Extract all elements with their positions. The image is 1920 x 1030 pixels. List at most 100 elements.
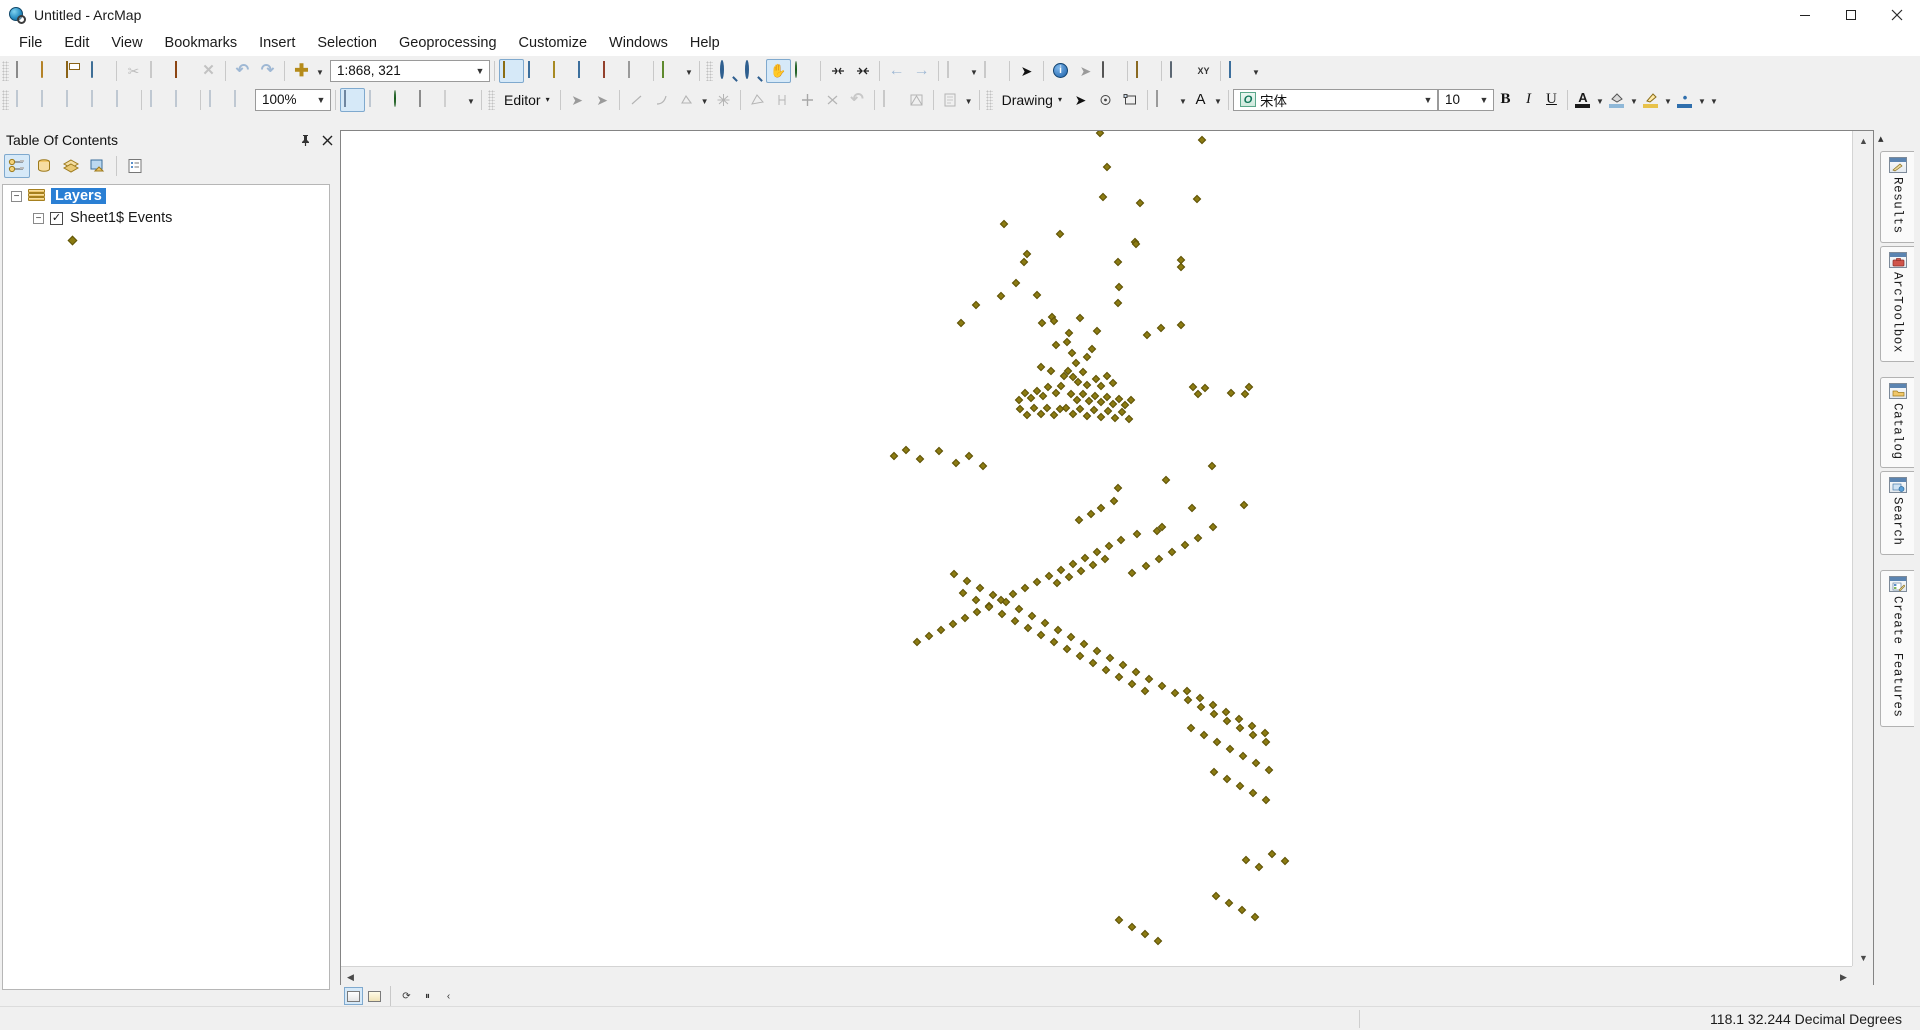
- curve-segment-button[interactable]: [649, 88, 674, 112]
- toc-tree[interactable]: − Layers − ✓ Sheet1$ Events: [2, 184, 330, 990]
- maximize-button[interactable]: [1828, 0, 1874, 30]
- menu-help[interactable]: Help: [679, 32, 731, 54]
- find-button[interactable]: [1166, 59, 1191, 83]
- select-features-dropdown-icon[interactable]: ▼: [968, 59, 980, 83]
- layer-visibility-checkbox[interactable]: ✓: [50, 211, 63, 225]
- draw-text-dropdown-icon[interactable]: ▼: [1212, 88, 1224, 112]
- chevron-down-icon[interactable]: ▼: [1419, 90, 1437, 110]
- minimize-button[interactable]: [1782, 0, 1828, 30]
- list-by-source-icon[interactable]: [31, 154, 57, 178]
- model-builder-button[interactable]: [658, 59, 683, 83]
- toc-options-icon[interactable]: [122, 154, 148, 178]
- zoom-in-button[interactable]: [716, 59, 741, 83]
- data-view-button[interactable]: [344, 987, 363, 1005]
- draw-shape-dropdown-icon[interactable]: ▼: [1177, 88, 1189, 112]
- redo-button[interactable]: ↷: [255, 59, 280, 83]
- list-by-drawing-order-icon[interactable]: [4, 154, 30, 178]
- dock-collapse-icon[interactable]: ▴: [1874, 132, 1884, 145]
- font-color-button[interactable]: A: [1572, 89, 1594, 111]
- edit-vertices-dropdown-icon[interactable]: ▼: [699, 88, 711, 112]
- toc-layer-sheet1-events[interactable]: − ✓ Sheet1$ Events: [3, 207, 329, 229]
- tools-overflow-icon[interactable]: ▼: [1250, 59, 1262, 83]
- scroll-up-icon[interactable]: ▲: [1854, 131, 1873, 150]
- fixed-zoom-in-button[interactable]: [825, 59, 850, 83]
- layout-toolbar-grip[interactable]: [2, 89, 9, 110]
- font-color-dropdown-icon[interactable]: ▼: [1594, 88, 1606, 112]
- menu-windows[interactable]: Windows: [598, 32, 679, 54]
- fill-color-dropdown-icon[interactable]: ▼: [1628, 88, 1640, 112]
- toolbar-grip[interactable]: [2, 60, 9, 81]
- layout-zoom-out-button[interactable]: [37, 88, 62, 112]
- expander-icon[interactable]: −: [33, 212, 44, 224]
- close-button[interactable]: [1874, 0, 1920, 30]
- highlight-color-dropdown-icon[interactable]: ▼: [1662, 88, 1674, 112]
- draw-overflow-icon[interactable]: ▼: [1708, 88, 1720, 112]
- font-size-combo[interactable]: 10 ▼: [1437, 88, 1494, 111]
- line-color-dropdown-icon[interactable]: ▼: [1696, 88, 1708, 112]
- editor-toolbar-grip[interactable]: [488, 89, 495, 110]
- print-button[interactable]: [87, 59, 112, 83]
- save-button[interactable]: [62, 59, 87, 83]
- menu-customize[interactable]: Customize: [508, 32, 599, 54]
- toc-root-layers[interactable]: − Layers: [3, 185, 329, 207]
- edit-tool-arrow-button[interactable]: ➤: [565, 88, 590, 112]
- layout-overflow-icon[interactable]: ▼: [465, 88, 477, 112]
- create-features-tab[interactable]: Create Features: [1880, 570, 1914, 727]
- draw-rectangle-button[interactable]: [1118, 88, 1143, 112]
- map-vertical-scrollbar[interactable]: ▲ ▼: [1852, 131, 1873, 967]
- copy-button[interactable]: [146, 59, 171, 83]
- go-to-xy-button[interactable]: XY: [1191, 59, 1216, 83]
- refresh-view-icon[interactable]: ⟳: [397, 987, 416, 1005]
- add-data-button[interactable]: ✚: [289, 59, 314, 83]
- attributes-button[interactable]: [820, 88, 845, 112]
- drawing-dropdown-icon[interactable]: ▾: [1055, 95, 1068, 104]
- draw-toolbar-grip[interactable]: [985, 89, 993, 110]
- layout-zoom-combo[interactable]: 100% ▼: [255, 88, 331, 111]
- arctoolbox-button[interactable]: [599, 59, 624, 83]
- map-data-frame[interactable]: ▲ ▼ ◀ ▶: [340, 130, 1874, 988]
- select-features-button[interactable]: [943, 59, 968, 83]
- menu-view[interactable]: View: [100, 32, 153, 54]
- menu-selection[interactable]: Selection: [306, 32, 388, 54]
- map-horizontal-scrollbar[interactable]: ◀ ▶: [341, 966, 1853, 987]
- layout-pan-button[interactable]: [62, 88, 87, 112]
- data-driven-pages-button[interactable]: [390, 88, 415, 112]
- draw-rotate-button[interactable]: [1093, 88, 1118, 112]
- search-tab[interactable]: Search: [1880, 471, 1914, 556]
- layout-zoom-100-button[interactable]: [171, 88, 196, 112]
- menu-edit[interactable]: Edit: [53, 32, 100, 54]
- html-popup-button[interactable]: [1098, 59, 1123, 83]
- change-layout-button[interactable]: [365, 88, 390, 112]
- go-forward-extent-button[interactable]: →: [909, 59, 934, 83]
- paste-button[interactable]: [171, 59, 196, 83]
- cut-button[interactable]: ✂: [121, 59, 146, 83]
- menu-geoprocessing[interactable]: Geoprocessing: [388, 32, 508, 54]
- pause-drawing-icon[interactable]: ⏸: [418, 987, 437, 1005]
- rotate-tool-button[interactable]: [795, 88, 820, 112]
- python-window-button[interactable]: [624, 59, 649, 83]
- underline-button[interactable]: U: [1540, 89, 1563, 111]
- highlight-color-button[interactable]: [1640, 89, 1662, 111]
- fill-color-button[interactable]: [1606, 89, 1628, 111]
- editor-overflow-icon[interactable]: ▼: [963, 88, 975, 112]
- tools-toolbar-grip[interactable]: [706, 60, 713, 81]
- select-elements-button[interactable]: ➤: [1014, 59, 1039, 83]
- full-extent-button[interactable]: [791, 59, 816, 83]
- italic-button[interactable]: I: [1517, 89, 1540, 111]
- layout-zoom-whole-page-button[interactable]: [146, 88, 171, 112]
- clear-selection-button[interactable]: [980, 59, 1005, 83]
- edit-vertices-button[interactable]: [674, 88, 699, 112]
- layout-extra-button[interactable]: [440, 88, 465, 112]
- focus-data-frame-button[interactable]: [340, 87, 365, 112]
- chevron-down-icon[interactable]: ▼: [1475, 90, 1493, 110]
- open-button[interactable]: [37, 59, 62, 83]
- layout-fixed-zoom-in-button[interactable]: [112, 88, 137, 112]
- layout-view-button[interactable]: [365, 987, 384, 1005]
- undo-button[interactable]: ↶: [230, 59, 255, 83]
- layout-full-extent-button[interactable]: [87, 88, 112, 112]
- catalog-tab[interactable]: Catalog: [1880, 376, 1914, 469]
- chevron-down-icon[interactable]: ▼: [471, 61, 489, 81]
- measure-button[interactable]: [1132, 59, 1157, 83]
- toolbar-overflow-icon[interactable]: ▼: [683, 59, 695, 83]
- new-map-button[interactable]: [12, 59, 37, 83]
